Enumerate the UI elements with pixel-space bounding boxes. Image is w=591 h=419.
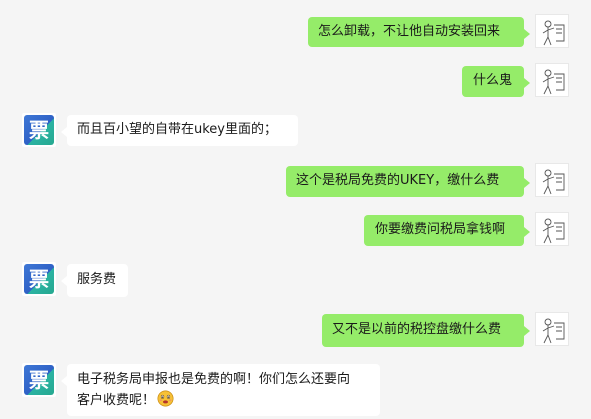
sketch-figure-icon <box>542 69 565 95</box>
my-avatar[interactable] <box>535 63 569 97</box>
contact-avatar[interactable]: 票 <box>22 262 56 296</box>
contact-avatar[interactable]: 票 <box>22 363 56 397</box>
message-text: 怎么卸载，不让他自动安装回来 <box>318 24 501 39</box>
message-text: 服务费 <box>77 272 117 287</box>
message-bubble-incoming[interactable]: 而且百小望的自带在ukey里面的； <box>61 115 298 146</box>
sketch-figure-icon <box>542 20 565 46</box>
message-text: 又不是以前的税控盘缴什么费 <box>332 322 502 337</box>
message-text: 而且百小望的自带在ukey里面的； <box>77 122 277 137</box>
message-bubble-outgoing[interactable]: 你要缴费问税局拿钱啊 <box>364 215 530 246</box>
my-avatar[interactable] <box>535 212 569 246</box>
ticket-logo-icon: 票 <box>24 365 54 395</box>
sketch-figure-icon <box>542 218 565 244</box>
message-text-line: 客户收费呢！ <box>77 393 156 408</box>
sketch-figure-icon <box>542 318 565 344</box>
message-bubble-outgoing[interactable]: 什么鬼 <box>462 66 530 97</box>
message-text-line: 电子税务局申报也是免费的啊！你们怎么还要向 <box>77 372 351 387</box>
message-text: 你要缴费问税局拿钱啊 <box>375 222 506 237</box>
my-avatar[interactable] <box>535 312 569 346</box>
message-text: 什么鬼 <box>473 73 513 88</box>
my-avatar[interactable] <box>535 14 569 48</box>
sketch-figure-icon <box>542 169 565 195</box>
message-bubble-outgoing[interactable]: 这个是税局免费的UKEY，缴什么费 <box>286 166 530 197</box>
avatar-logo-char: 票 <box>29 368 49 392</box>
my-avatar[interactable] <box>535 163 569 197</box>
message-bubble-incoming[interactable]: 服务费 <box>61 264 128 297</box>
message-text: 这个是税局免费的UKEY，缴什么费 <box>296 173 500 188</box>
avatar-logo-char: 票 <box>29 267 49 291</box>
ticket-logo-icon: 票 <box>24 264 54 294</box>
ticket-logo-icon: 票 <box>24 115 54 145</box>
message-bubble-incoming[interactable]: 电子税务局申报也是免费的啊！你们怎么还要向 客户收费呢！ <box>61 364 380 416</box>
message-text-line-wrap: 客户收费呢！ <box>77 390 370 411</box>
contact-avatar[interactable]: 票 <box>22 113 56 147</box>
message-bubble-outgoing[interactable]: 又不是以前的税控盘缴什么费 <box>322 314 530 347</box>
chat-message-list[interactable]: 怎么卸载，不让他自动安装回来 什么鬼 票 而且百小望的自带在ukey里面的； 这… <box>0 0 591 419</box>
avatar-logo-char: 票 <box>29 118 49 142</box>
awkward-face-emoji-icon <box>157 390 174 407</box>
message-bubble-outgoing[interactable]: 怎么卸载，不让他自动安装回来 <box>308 17 530 47</box>
